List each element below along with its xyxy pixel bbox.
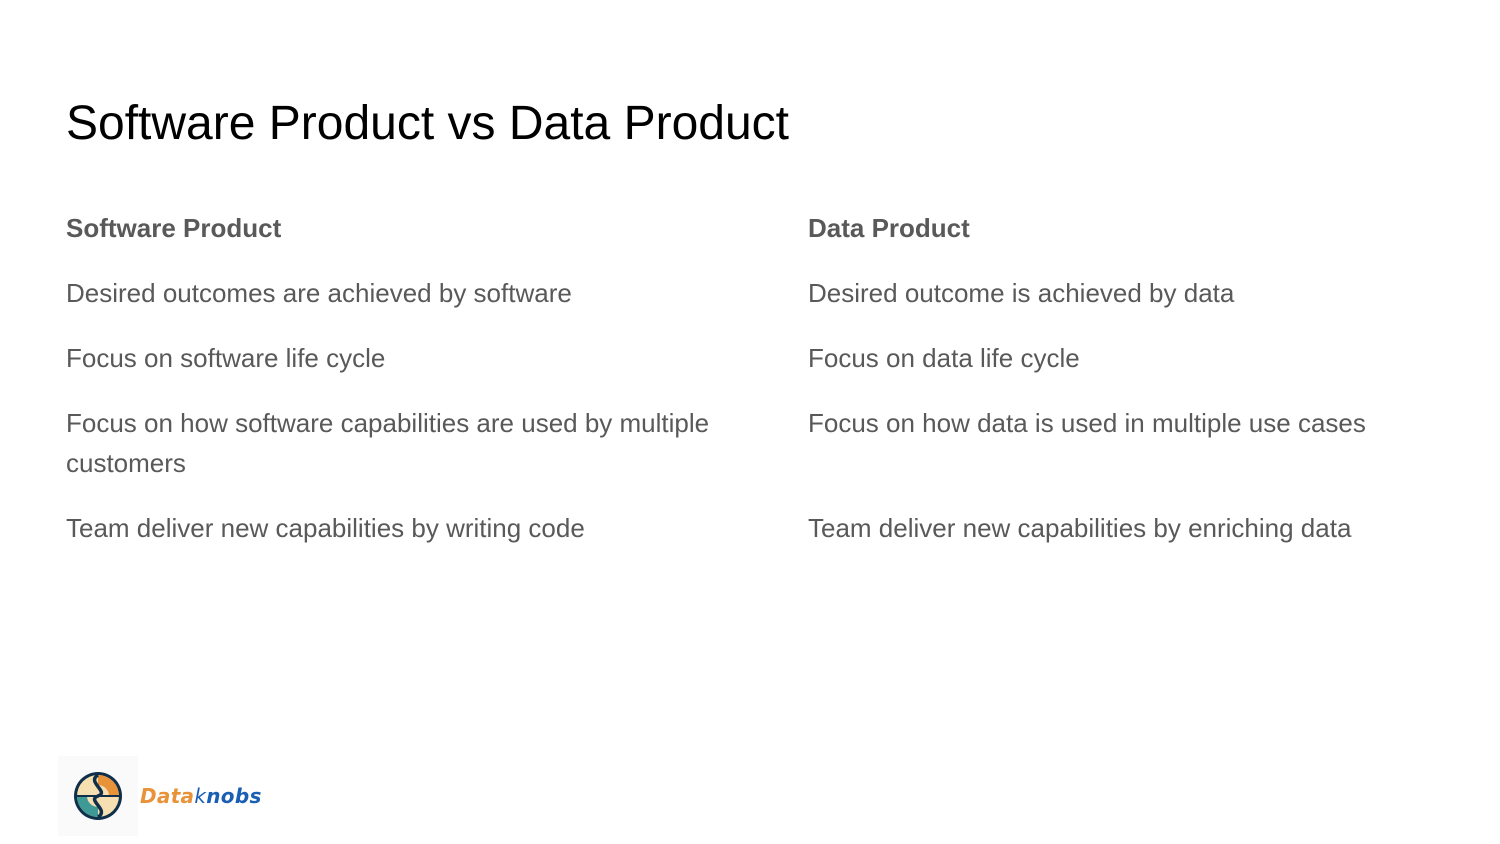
software-product-heading: Software Product <box>66 213 282 243</box>
logo-text-part: k <box>194 784 207 808</box>
data-product-item: Team deliver new capabilities by enrichi… <box>808 513 1352 543</box>
data-product-item: Focus on data life cycle <box>808 343 1080 373</box>
software-product-item: Focus on software life cycle <box>66 343 386 373</box>
data-product-column: Data Product Desired outcome is achieved… <box>808 208 1448 573</box>
dataknobs-logo: Dataknobs <box>58 756 270 836</box>
software-product-column: Software Product Desired outcomes are ac… <box>66 208 746 573</box>
software-product-item: Desired outcomes are achieved by softwar… <box>66 278 572 308</box>
slide-title: Software Product vs Data Product <box>66 97 789 150</box>
data-product-item: Desired outcome is achieved by data <box>808 278 1235 308</box>
software-product-item: Team deliver new capabilities by writing… <box>66 513 585 543</box>
software-product-item: Focus on how software capabilities are u… <box>66 408 710 478</box>
dataknobs-logo-text: Dataknobs <box>140 784 262 808</box>
logo-text-part: Data <box>140 784 195 808</box>
data-product-item: Focus on how data is used in multiple us… <box>808 408 1366 438</box>
data-product-heading: Data Product <box>808 213 970 243</box>
logo-text-part: nobs <box>206 784 262 808</box>
dataknobs-logo-icon <box>58 756 138 836</box>
